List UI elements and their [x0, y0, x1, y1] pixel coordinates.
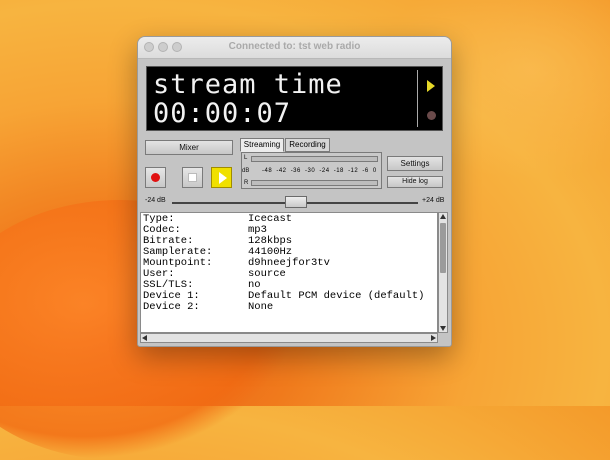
vu-tick: -18 — [333, 168, 344, 174]
lcd-display: stream time 00:00:07 — [146, 66, 443, 131]
log-row: Device 2: None — [143, 302, 273, 313]
log-horizontal-scrollbar[interactable] — [140, 333, 438, 343]
volume-min-label: -24 dB — [145, 197, 166, 204]
tab-streaming[interactable]: Streaming — [240, 138, 284, 152]
vu-right-bar — [251, 180, 378, 186]
vu-tick: -42 — [276, 168, 287, 174]
lcd-divider — [417, 70, 418, 127]
record-button[interactable] — [145, 167, 166, 188]
window-title: Connected to: tst web radio — [228, 41, 361, 52]
vu-tick: -6 — [362, 168, 369, 174]
vu-right-label: R — [244, 180, 249, 186]
scroll-right-icon[interactable] — [431, 335, 436, 341]
hide-log-button[interactable]: Hide log — [387, 176, 443, 188]
lcd-timer: 00:00:07 — [153, 98, 292, 129]
scroll-down-icon[interactable] — [440, 326, 446, 331]
vu-tick: -24 — [319, 168, 330, 174]
scroll-up-icon[interactable] — [440, 214, 446, 219]
settings-button[interactable]: Settings — [387, 156, 443, 171]
vu-tick: -30 — [305, 168, 316, 174]
stop-icon — [188, 173, 197, 182]
lcd-record-indicator-icon — [427, 111, 436, 120]
scroll-thumb[interactable] — [440, 223, 446, 273]
stop-button[interactable] — [182, 167, 203, 188]
log-key: Device 2: — [143, 301, 200, 313]
volume-max-label: +24 dB — [422, 197, 445, 204]
vu-tick: -48 — [262, 168, 273, 174]
tab-recording[interactable]: Recording — [285, 138, 330, 152]
record-icon — [151, 173, 160, 182]
lcd-line-1: stream time — [153, 69, 343, 100]
lcd-play-indicator-icon — [427, 80, 435, 92]
play-button[interactable] — [211, 167, 232, 188]
scroll-left-icon[interactable] — [142, 335, 147, 341]
title-bar: Connected to: tst web radio — [138, 37, 451, 59]
vu-left-bar — [251, 156, 378, 162]
log-value: None — [248, 301, 274, 313]
volume-slider-knob[interactable] — [285, 196, 307, 208]
log-vertical-scrollbar[interactable] — [438, 212, 448, 333]
log-value: Default PCM device (default) — [248, 290, 425, 302]
vu-tick: -12 — [348, 168, 359, 174]
app-window: Connected to: tst web radio stream time … — [137, 36, 452, 347]
connection-log[interactable]: Type: Icecast Codec: mp3 Bitrate: 128kbps S… — [140, 212, 438, 333]
vu-tick: 0 — [372, 168, 377, 174]
vu-left-label: L — [244, 155, 248, 161]
vu-scale: -48 -42 -36 -30 -24 -18 -12 -6 0 — [262, 168, 377, 174]
play-icon — [219, 172, 227, 184]
vu-meter: L dB -48 -42 -36 -30 -24 -18 -12 -6 0 R — [241, 152, 382, 189]
vu-db-label: dB — [242, 168, 250, 174]
mixer-button[interactable]: Mixer — [145, 140, 233, 155]
vu-tick: -36 — [290, 168, 301, 174]
